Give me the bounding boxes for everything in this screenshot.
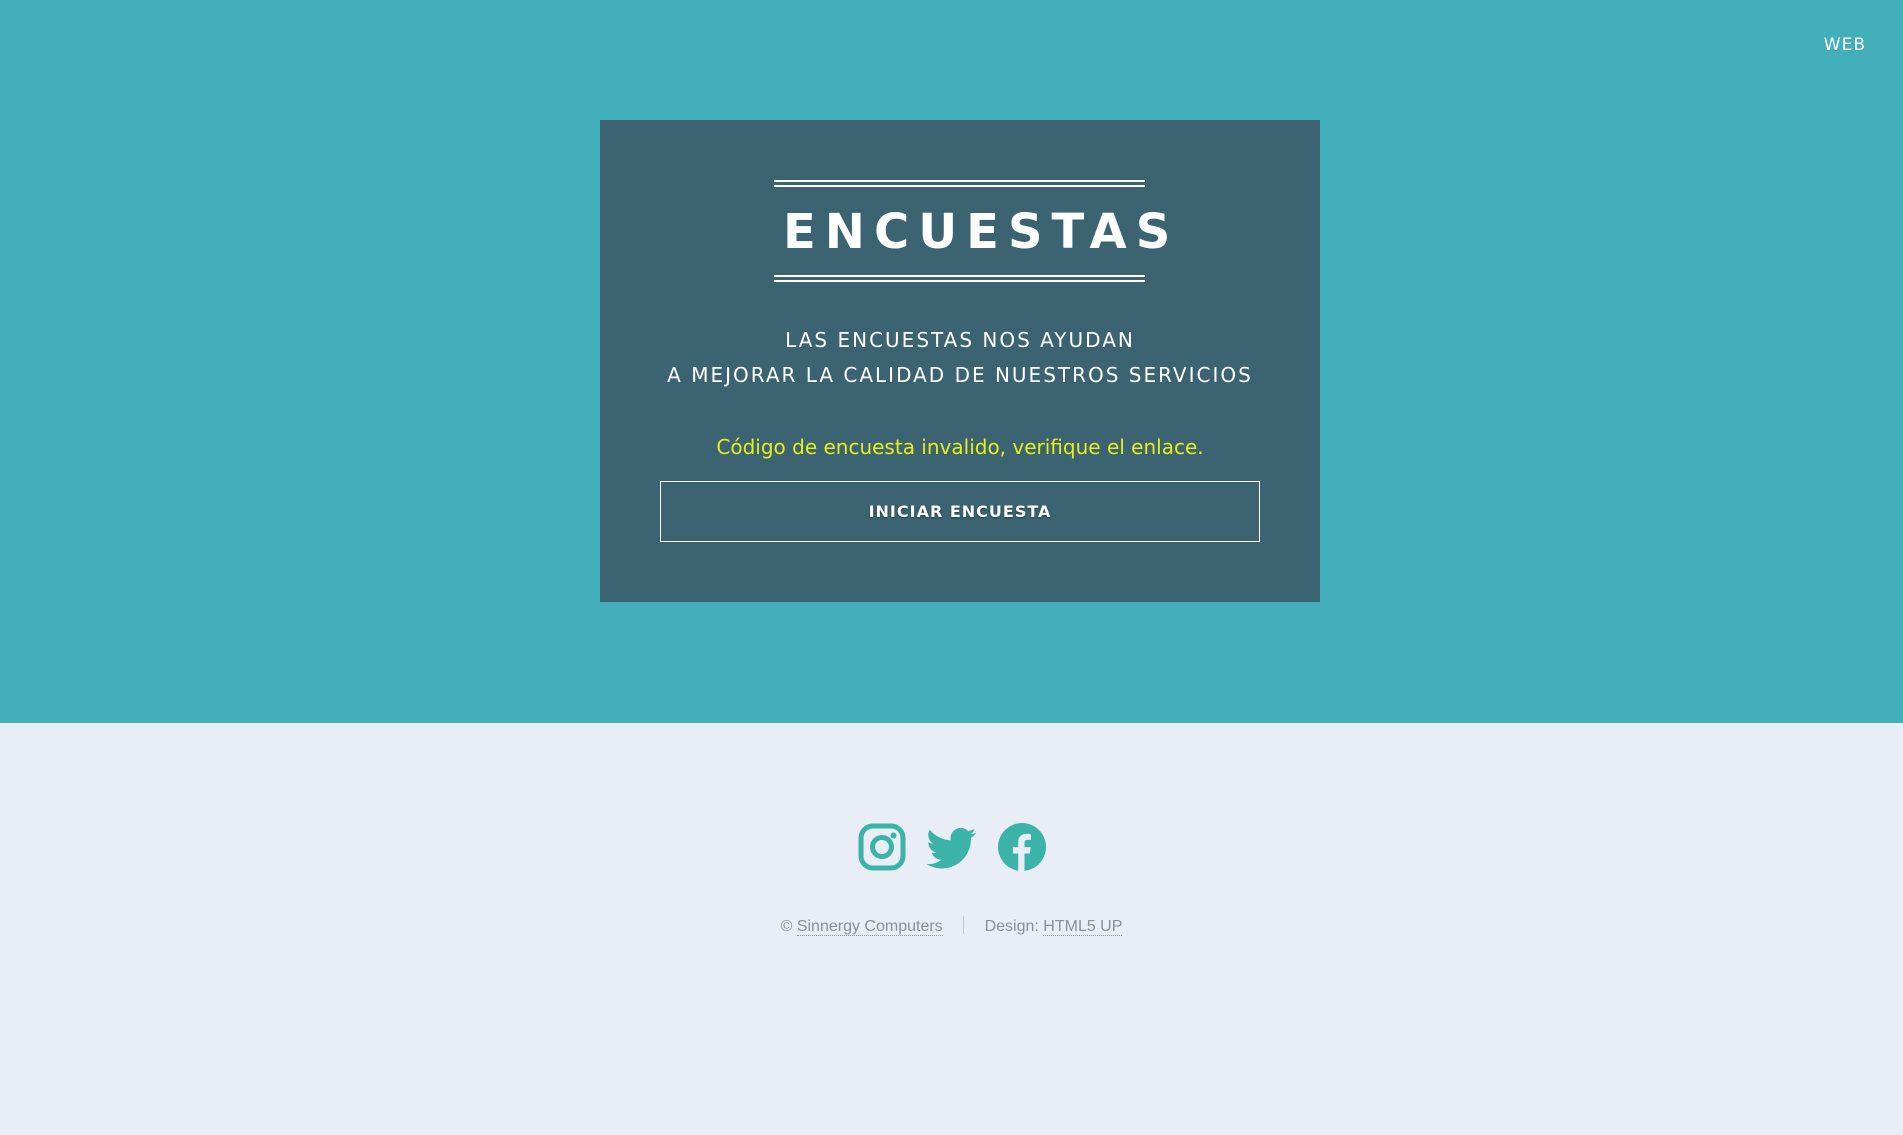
hero-section: WEB ENCUESTAS LAS ENCUESTAS NOS AYUDAN A… — [0, 0, 1903, 723]
instagram-icon — [858, 823, 905, 871]
copyright-symbol: © — [780, 918, 793, 935]
company-link[interactable]: Sinnergy Computers — [796, 918, 943, 936]
title-bottom-rule — [774, 275, 1145, 282]
start-survey-button[interactable]: INICIAR ENCUESTA — [660, 481, 1260, 542]
subtitle: LAS ENCUESTAS NOS AYUDAN A MEJORAR LA CA… — [600, 323, 1320, 393]
survey-card: ENCUESTAS LAS ENCUESTAS NOS AYUDAN A MEJ… — [600, 120, 1320, 602]
design-credit-link[interactable]: HTML5 UP — [1043, 918, 1123, 936]
footer-divider — [963, 916, 965, 934]
instagram-link[interactable] — [857, 822, 907, 872]
title-block: ENCUESTAS — [774, 180, 1180, 282]
title-top-rule — [774, 180, 1145, 187]
subtitle-line-2: A MEJORAR LA CALIDAD DE NUESTROS SERVICI… — [667, 363, 1253, 387]
error-message: Código de encuesta invalido, verifique e… — [716, 435, 1204, 459]
design-label: Design: — [984, 918, 1039, 935]
footer: © Sinnergy Computers Design: HTML5 UP — [0, 916, 1903, 936]
facebook-link[interactable] — [997, 822, 1047, 872]
social-links — [0, 822, 1903, 874]
twitter-icon — [926, 827, 976, 869]
subtitle-line-1: LAS ENCUESTAS NOS AYUDAN — [785, 328, 1135, 352]
page-title: ENCUESTAS — [783, 204, 1180, 260]
facebook-icon — [997, 823, 1046, 871]
twitter-link[interactable] — [926, 822, 977, 872]
web-nav-link[interactable]: WEB — [1824, 35, 1866, 55]
